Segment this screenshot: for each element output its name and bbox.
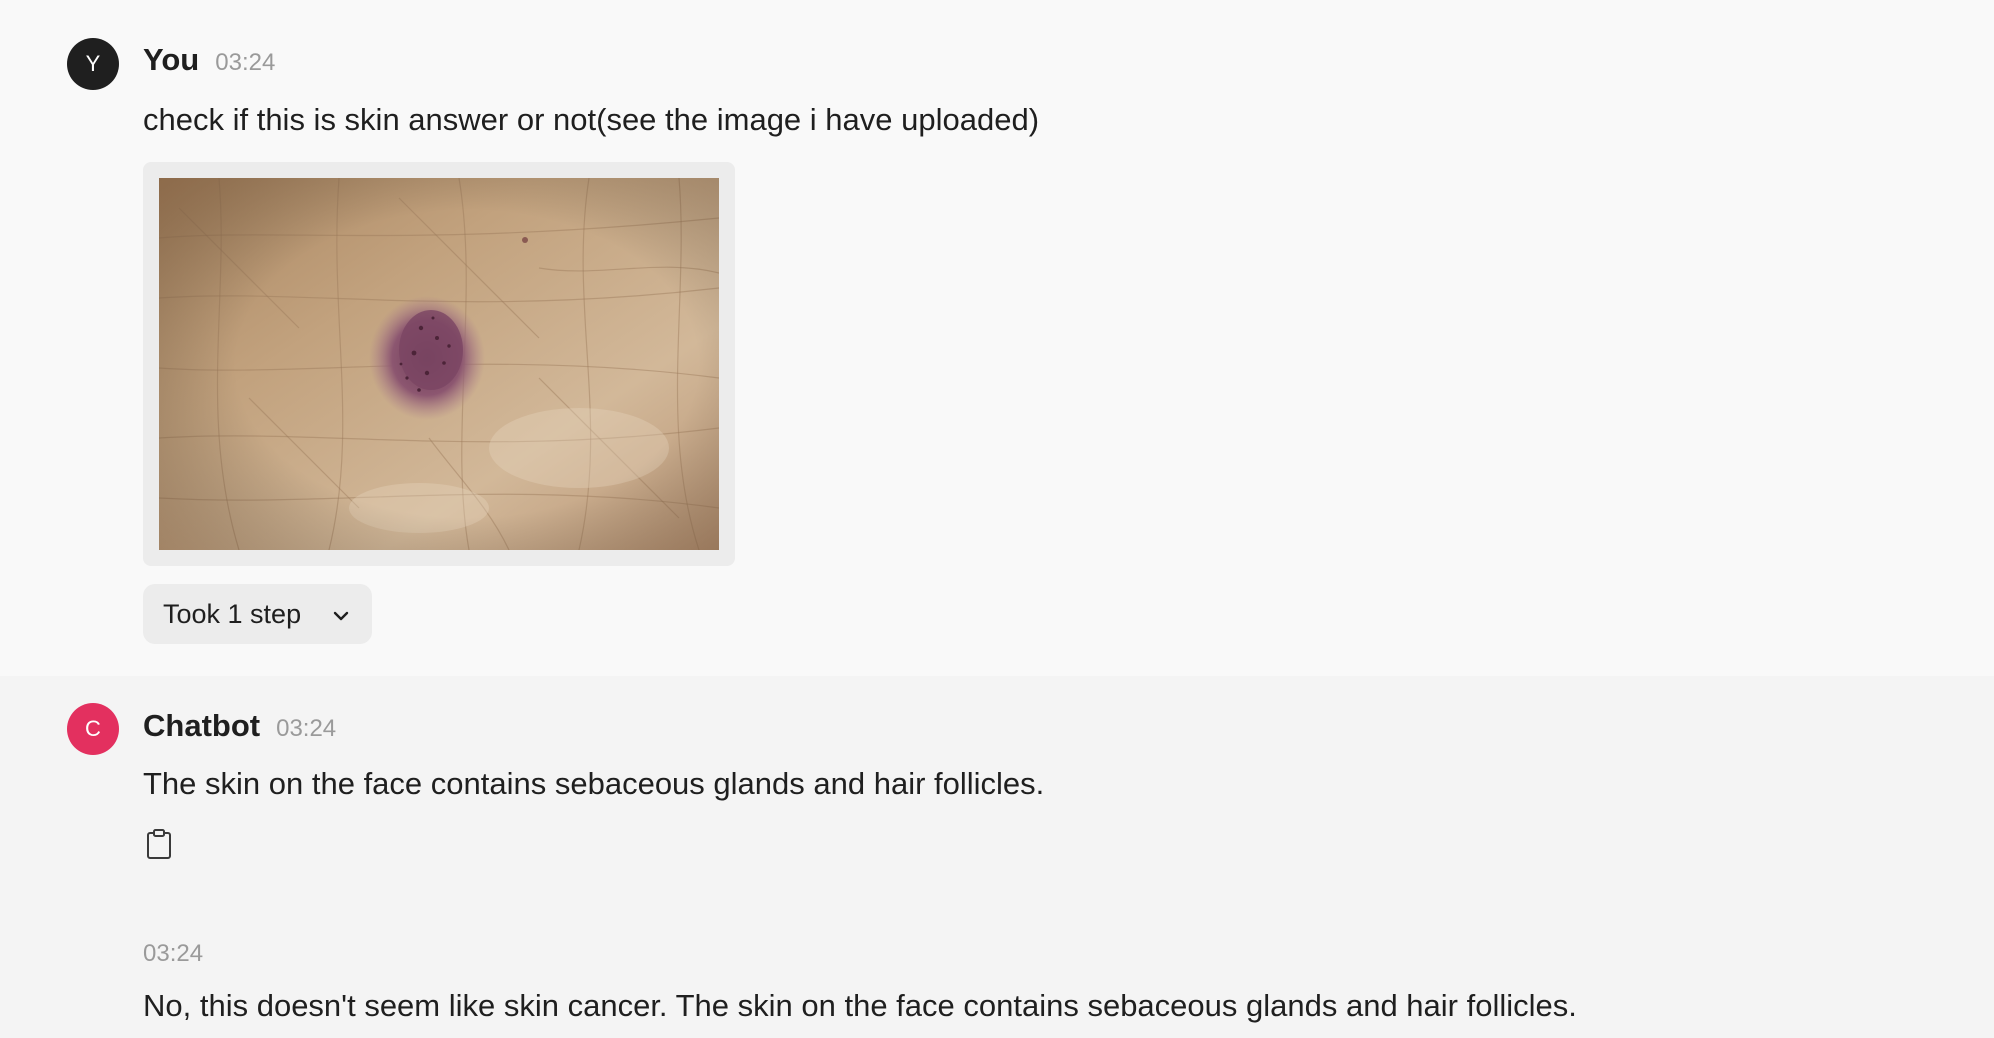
user-author-name: You bbox=[143, 42, 200, 77]
user-message-time: 03:24 bbox=[215, 49, 276, 76]
took-steps-toggle[interactable]: Took 1 step bbox=[143, 584, 372, 644]
followup-message-text: No, this doesn't seem like skin cancer. … bbox=[143, 988, 1577, 1023]
chat-page: Y You 03:24 check if this is skin answer… bbox=[0, 0, 1994, 1038]
followup-message-time: 03:24 bbox=[143, 940, 204, 967]
bot-message-time: 03:24 bbox=[276, 715, 337, 742]
user-message-text: check if this is skin answer or not(see … bbox=[143, 102, 1040, 137]
bot-avatar: C bbox=[67, 703, 119, 755]
bot-message: C Chatbot 03:24 The skin on the face con… bbox=[0, 676, 1994, 1038]
uploaded-image-frame[interactable] bbox=[143, 162, 735, 566]
user-message: Y You 03:24 check if this is skin answer… bbox=[0, 0, 1994, 676]
user-avatar: Y bbox=[67, 38, 119, 90]
bot-author-name: Chatbot bbox=[143, 708, 261, 743]
steps-label: Took 1 step bbox=[163, 598, 302, 629]
bot-message-text: The skin on the face contains sebaceous … bbox=[143, 766, 1045, 801]
user-message-header: You 03:24 bbox=[143, 42, 275, 78]
chevron-down-icon bbox=[330, 603, 352, 625]
uploaded-skin-image[interactable] bbox=[159, 178, 719, 550]
clipboard-icon[interactable] bbox=[145, 828, 173, 860]
bot-message-header: Chatbot 03:24 bbox=[143, 708, 336, 744]
